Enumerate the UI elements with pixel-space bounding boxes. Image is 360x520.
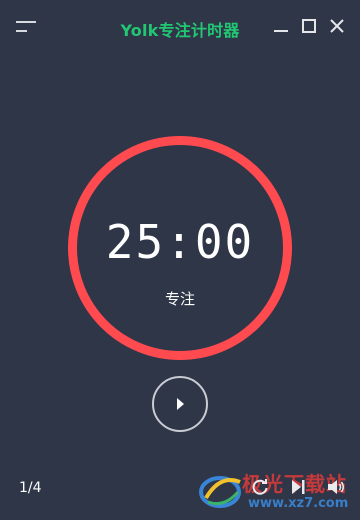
volume-icon: [328, 480, 345, 494]
maximize-button[interactable]: [300, 16, 318, 36]
skip-button[interactable]: [288, 476, 308, 498]
reset-icon: [252, 479, 268, 495]
volume-button[interactable]: [326, 476, 346, 498]
title-bar: Yolk专注计时器: [0, 0, 360, 56]
maximize-icon: [302, 19, 316, 33]
watermark-logo-icon: [199, 476, 241, 508]
close-icon: [330, 19, 344, 33]
watermark-text-secondary: www.xz7.com: [248, 496, 349, 511]
close-button[interactable]: [328, 16, 346, 36]
skip-icon: [292, 480, 305, 494]
app-window: Yolk专注计时器 25:00 专注 1/4 www.xz7.com: [0, 0, 360, 520]
play-icon: [177, 398, 184, 410]
mode-label: 专注: [164, 290, 195, 308]
play-button[interactable]: [152, 376, 208, 432]
timer-ring: 25:00 专注: [68, 136, 292, 360]
minimize-icon: [274, 30, 288, 32]
round-counter: 1/4: [19, 480, 42, 496]
bottom-controls: [250, 476, 346, 498]
window-controls: [272, 16, 346, 36]
reset-button[interactable]: [250, 476, 270, 498]
minimize-button[interactable]: [272, 16, 290, 36]
time-display: 25:00: [105, 215, 255, 269]
